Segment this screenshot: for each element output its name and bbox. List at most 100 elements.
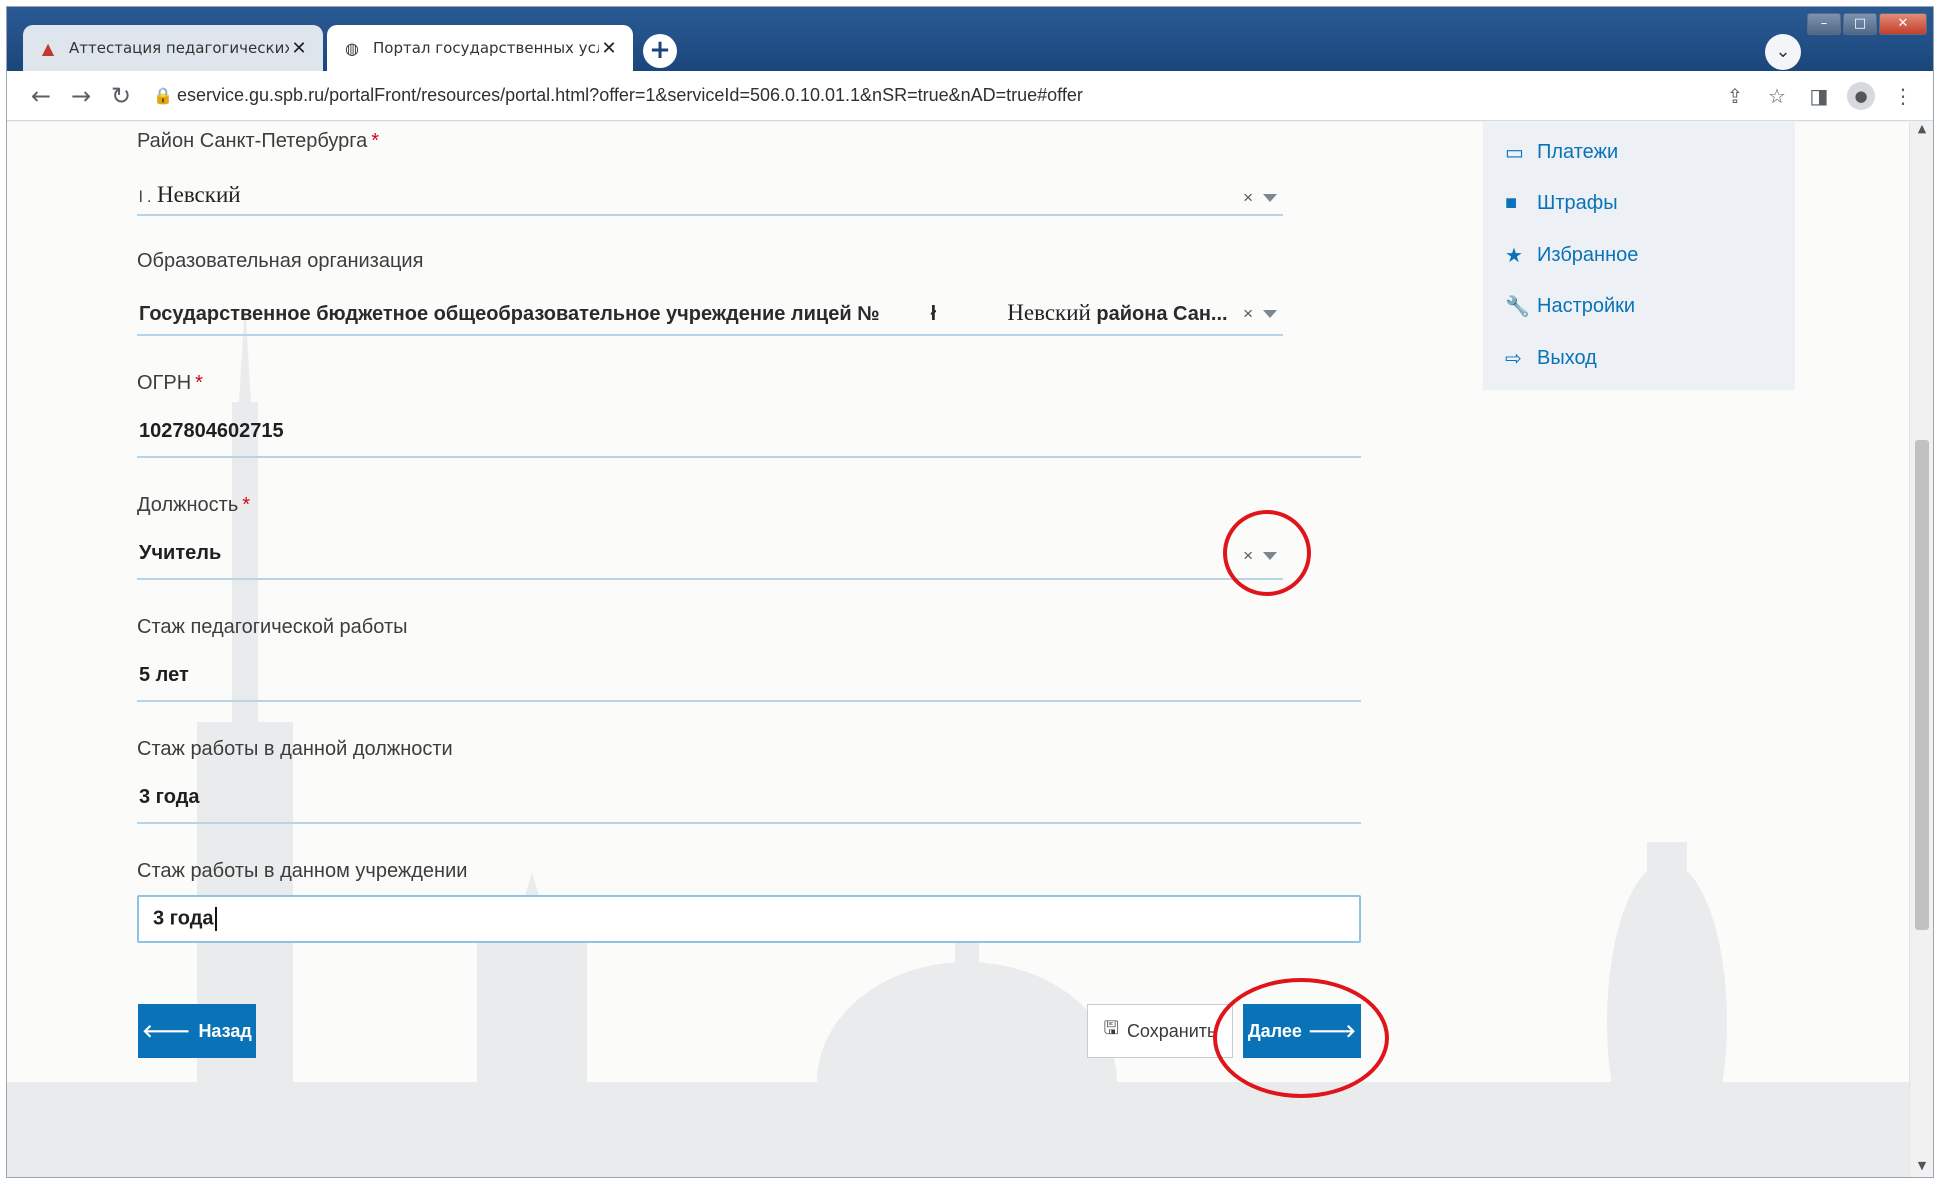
exp-pedagogical-label: Стаж педагогической работы — [137, 616, 407, 639]
chevron-down-icon[interactable] — [1263, 310, 1277, 318]
menu-item-payments[interactable]: ▭ Платежи — [1505, 140, 1618, 165]
menu-item-label: Выход — [1537, 347, 1597, 369]
organization-district: Невский — [1007, 300, 1091, 325]
more-menu-icon[interactable]: ⋮ — [1883, 76, 1923, 116]
organization-separator: ł — [930, 303, 937, 325]
wrench-icon: 🔧 — [1505, 296, 1530, 318]
tab-search-button[interactable]: ⌄ — [1765, 34, 1801, 70]
district-label: Район Санкт-Петербурга * — [137, 130, 379, 153]
back-arrow-icon[interactable]: ← — [21, 76, 61, 116]
menu-item-logout[interactable]: ⇨ Выход — [1505, 346, 1597, 371]
ogrn-label: ОГРН * — [137, 372, 203, 395]
menu-item-label: Платежи — [1537, 141, 1619, 163]
save-button[interactable]: 🖫 Сохранить — [1087, 1004, 1233, 1058]
new-tab-button[interactable]: + — [643, 34, 677, 68]
vertical-scrollbar[interactable]: ▲ ▼ — [1909, 122, 1933, 1177]
clear-icon[interactable]: × — [1243, 188, 1253, 208]
menu-item-favorites[interactable]: ★ Избранное — [1505, 243, 1638, 268]
back-button[interactable]: 🡐 Назад — [138, 1004, 256, 1058]
position-label: Должность * — [137, 494, 250, 517]
menu-item-label: Избранное — [1537, 244, 1639, 266]
scroll-thumb[interactable] — [1915, 440, 1929, 930]
page-content: Район Санкт-Петербурга * l . Невский × Об… — [7, 122, 1911, 1177]
exp-position-label-text: Стаж работы в данной должности — [137, 738, 453, 760]
url-field[interactable]: 🔒 eservice.gu.spb.ru/portalFront/resourc… — [149, 76, 1689, 116]
organization-label: Образовательная организация — [137, 250, 423, 273]
ogrn-label-text: ОГРН — [137, 372, 192, 394]
note-icon: ■ — [1505, 192, 1518, 214]
clear-icon[interactable]: × — [1243, 304, 1253, 324]
maximize-window-button[interactable]: □ — [1843, 13, 1877, 35]
avatar-icon: ● — [1847, 82, 1875, 110]
logout-icon: ⇨ — [1505, 348, 1522, 370]
organization-select[interactable]: Государственное бюджетное общеобразовате… — [137, 284, 1283, 336]
chevron-down-icon[interactable] — [1263, 194, 1277, 202]
exp-pedagogical-value: 5 лет — [139, 664, 189, 686]
minimize-window-button[interactable]: – — [1807, 13, 1841, 35]
close-window-button[interactable]: ✕ — [1879, 13, 1927, 35]
share-icon[interactable]: ⇪ — [1715, 76, 1755, 116]
district-select[interactable]: l . Невский × — [137, 164, 1283, 216]
menu-item-settings[interactable]: 🔧 Настройки — [1505, 294, 1635, 319]
exp-position-label: Стаж работы в данной должности — [137, 738, 453, 761]
scroll-down-arrow-icon[interactable]: ▼ — [1910, 1159, 1933, 1177]
tab-title: Портал государственных услуг — [373, 39, 599, 57]
side-menu: ▭ Платежи ■ Штрафы ★ Избранное 🔧 Настрой… — [1483, 122, 1795, 390]
bookmark-star-icon[interactable]: ☆ — [1757, 76, 1797, 116]
save-button-label: Сохранить — [1126, 1020, 1217, 1041]
menu-item-label: Настройки — [1537, 295, 1636, 317]
exp-pedagogical-input[interactable]: 5 лет — [137, 650, 1361, 702]
exp-position-input[interactable]: 3 года — [137, 772, 1361, 824]
arrow-left-icon: 🡐 — [142, 1020, 191, 1041]
district-prefix: l . — [139, 189, 152, 206]
exp-institution-value: 3 года — [153, 907, 217, 931]
district-name: Невский — [157, 182, 241, 207]
tab-title: Аттестация педагогических раб — [69, 39, 289, 57]
browser-actions: ⇪ ☆ ◨ ● ⋮ — [1715, 76, 1923, 116]
globe-icon: ◍ — [345, 38, 359, 58]
tab-bar: ▲ Аттестация педагогических раб ✕ ◍ Порт… — [7, 7, 1933, 71]
profile-button[interactable]: ● — [1841, 76, 1881, 116]
district-label-text: Район Санкт-Петербурга — [137, 130, 368, 152]
exp-institution-label: Стаж работы в данном учреждении — [137, 860, 467, 883]
ogrn-input[interactable]: 1027804602715 — [137, 406, 1361, 458]
address-bar: ← → ↻ 🔒 eservice.gu.spb.ru/portalFront/r… — [7, 71, 1933, 121]
required-mark: * — [242, 494, 251, 516]
text-cursor — [214, 907, 217, 931]
browser-window: ▲ Аттестация педагогических раб ✕ ◍ Порт… — [6, 6, 1934, 1178]
organization-controls: × — [1243, 304, 1277, 324]
lock-icon: 🔒 — [153, 86, 173, 105]
required-mark: * — [195, 372, 203, 394]
exp-position-value: 3 года — [139, 786, 200, 808]
district-controls: × — [1243, 188, 1277, 208]
organization-tail: района Сан... — [1096, 303, 1228, 325]
menu-item-label: Штрафы — [1537, 192, 1618, 214]
side-panel-icon[interactable]: ◨ — [1799, 76, 1839, 116]
tab-attestation[interactable]: ▲ Аттестация педагогических раб ✕ — [23, 25, 323, 71]
organization-name: Государственное бюджетное общеобразовате… — [139, 303, 880, 325]
district-value: l . Невский — [139, 182, 241, 208]
position-select[interactable]: Учитель × — [137, 528, 1283, 580]
forward-arrow-icon[interactable]: → — [61, 76, 101, 116]
menu-item-fines[interactable]: ■ Штрафы — [1505, 192, 1618, 215]
tab-portal[interactable]: ◍ Портал государственных услуг ✕ — [327, 25, 633, 71]
back-button-label: Назад — [198, 1020, 252, 1041]
triangle-logo-icon: ▲ — [41, 38, 55, 58]
position-value: Учитель — [139, 542, 222, 564]
exp-institution-input[interactable]: 3 года — [137, 895, 1361, 943]
ogrn-value: 1027804602715 — [139, 420, 284, 442]
exp-institution-label-text: Стаж работы в данном учреждении — [137, 860, 468, 882]
star-icon: ★ — [1505, 245, 1523, 267]
required-mark: * — [371, 130, 380, 152]
exp-institution-text: 3 года — [153, 907, 214, 930]
floppy-disk-icon: 🖫 — [1103, 1018, 1119, 1038]
annotation-circle-next — [1213, 978, 1389, 1098]
position-label-text: Должность — [137, 494, 239, 516]
annotation-circle-dropdown — [1223, 510, 1311, 596]
scroll-up-arrow-icon[interactable]: ▲ — [1910, 122, 1933, 142]
close-tab-icon[interactable]: ✕ — [599, 38, 619, 59]
card-icon: ▭ — [1505, 142, 1524, 164]
reload-icon[interactable]: ↻ — [101, 76, 141, 116]
organization-label-text: Образовательная организация — [137, 250, 424, 272]
close-tab-icon[interactable]: ✕ — [289, 38, 309, 59]
